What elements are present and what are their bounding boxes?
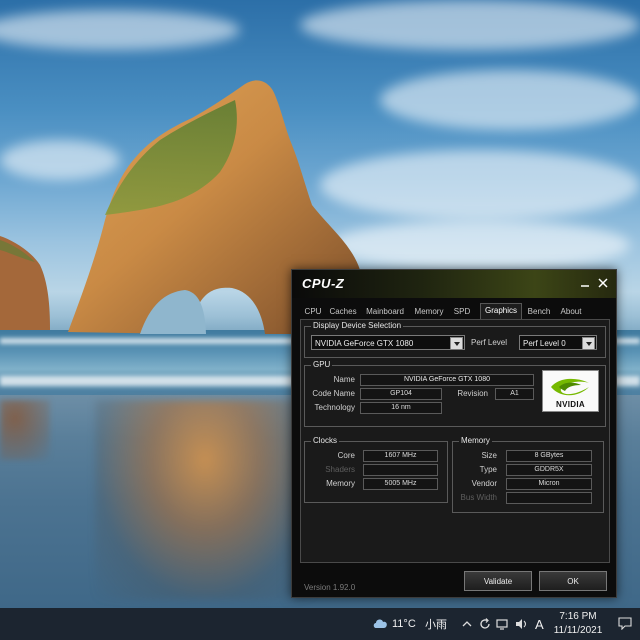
tab-memory[interactable]: Memory	[410, 305, 448, 319]
revision-label: Revision	[457, 389, 488, 398]
ok-button[interactable]: OK	[539, 571, 607, 591]
code-name-label: Code Name	[312, 389, 355, 398]
group-title: Clocks	[311, 436, 340, 446]
name-label: Name	[333, 375, 355, 384]
display-device-select[interactable]: NVIDIA GeForce GTX 1080	[311, 335, 465, 350]
memory-vendor-value: Micron	[506, 478, 592, 490]
perf-level-select[interactable]: Perf Level 0	[519, 335, 597, 350]
memory-size-value: 8 GBytes	[506, 450, 592, 462]
tab-spd[interactable]: SPD	[450, 305, 474, 319]
version-label: Version 1.92.0	[304, 583, 356, 592]
tab-caches[interactable]: Caches	[326, 305, 360, 319]
technology-label: Technology	[314, 403, 355, 412]
perf-level-value: Perf Level 0	[523, 339, 566, 348]
tab-mainboard[interactable]: Mainboard	[362, 305, 408, 319]
window-title: CPU-Z	[302, 276, 345, 291]
minimize-icon	[581, 285, 589, 287]
bus-width-value	[506, 492, 592, 504]
code-name-value: GP104	[360, 388, 442, 400]
tab-bench[interactable]: Bench	[524, 305, 554, 319]
tab-graphics[interactable]: Graphics	[480, 303, 522, 320]
title-bar[interactable]: CPU-Z	[292, 270, 616, 298]
validate-button[interactable]: Validate	[464, 571, 532, 591]
tab-bar: CPU Caches Mainboard Memory SPD Graphics…	[302, 303, 608, 320]
clocks-group: Clocks Core 1607 MHz Shaders Memory 5005…	[304, 436, 448, 503]
chevron-down-icon[interactable]	[450, 337, 463, 349]
cpuz-window: CPU-Z CPU Caches Mainboard Memory SPD Gr…	[291, 269, 617, 598]
memory-vendor-label: Vendor	[471, 479, 497, 488]
clock-time: 7:16 PM	[559, 611, 597, 622]
bus-width-label: Bus Width	[460, 493, 497, 502]
display-device-group: Display Device Selection NVIDIA GeForce …	[304, 321, 606, 358]
volume-icon[interactable]	[514, 617, 528, 631]
display-device-value: NVIDIA GeForce GTX 1080	[315, 339, 414, 348]
revision-value: A1	[495, 388, 534, 400]
weather-text[interactable]: 小雨	[425, 608, 447, 640]
input-method-indicator[interactable]: A	[535, 608, 544, 640]
temperature-text[interactable]: 11°C	[392, 608, 416, 640]
memory-clock-label: Memory	[326, 479, 355, 488]
group-title: Display Device Selection	[311, 321, 404, 331]
system-clock[interactable]: 7:16 PM 11/11/2021	[552, 610, 604, 638]
nvidia-logo-text: NVIDIA	[556, 400, 585, 409]
memory-type-label: Type	[479, 465, 497, 474]
minimize-button[interactable]	[576, 274, 594, 292]
clock-date: 11/11/2021	[553, 625, 603, 636]
chevron-up-icon[interactable]	[461, 618, 473, 630]
memory-size-label: Size	[481, 451, 497, 460]
taskbar: 11°C 小雨 A 7:16 PM 11/11/2021	[0, 608, 640, 640]
shaders-clock-label: Shaders	[325, 465, 355, 474]
close-button[interactable]	[594, 274, 612, 292]
gpu-name-value: NVIDIA GeForce GTX 1080	[360, 374, 534, 386]
refresh-icon[interactable]	[478, 617, 492, 631]
memory-group: Memory Size 8 GBytes Type GDDR5X Vendor …	[452, 436, 604, 513]
group-title: Memory	[459, 436, 492, 446]
technology-value: 16 nm	[360, 402, 442, 414]
notification-icon[interactable]	[618, 616, 632, 630]
group-title: GPU	[311, 360, 333, 370]
tab-about[interactable]: About	[556, 305, 586, 319]
tab-cpu[interactable]: CPU	[302, 305, 324, 319]
graphics-panel: Display Device Selection NVIDIA GeForce …	[300, 319, 610, 563]
memory-clock-value: 5005 MHz	[363, 478, 438, 490]
chevron-down-icon[interactable]	[582, 337, 595, 349]
memory-type-value: GDDR5X	[506, 464, 592, 476]
shaders-clock-value	[363, 464, 438, 476]
close-icon	[598, 278, 608, 288]
network-icon[interactable]	[495, 617, 509, 631]
core-clock-label: Core	[337, 451, 355, 460]
core-clock-value: 1607 MHz	[363, 450, 438, 462]
cloud-icon[interactable]	[372, 617, 388, 631]
nvidia-logo: NVIDIA	[542, 370, 599, 412]
perf-level-label: Perf Level	[471, 338, 508, 347]
nvidia-eye-icon	[551, 378, 589, 396]
